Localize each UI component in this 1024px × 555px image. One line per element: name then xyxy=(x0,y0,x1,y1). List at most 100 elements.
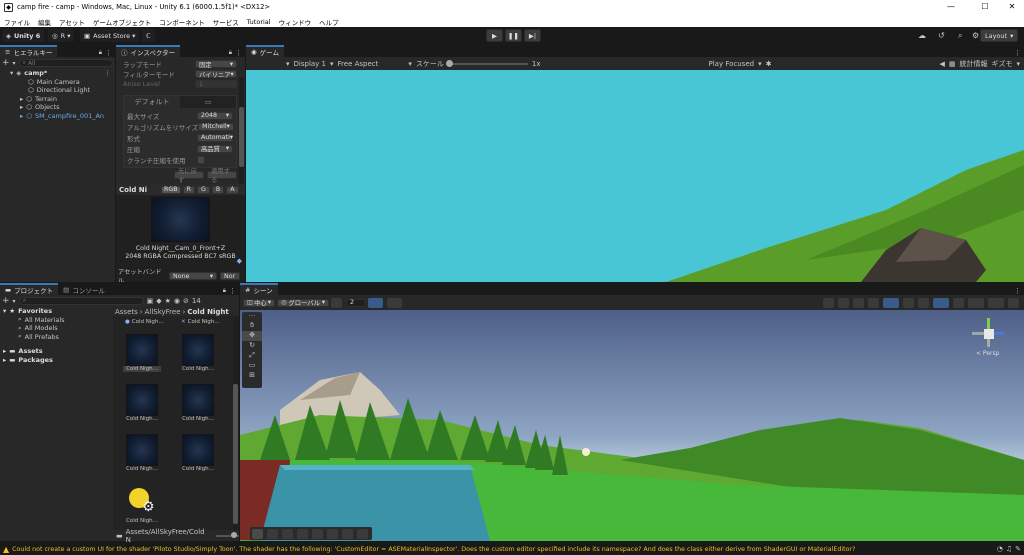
tab-game[interactable]: ◉ ゲーム xyxy=(246,45,284,57)
settings-icon[interactable]: ⚙ xyxy=(972,31,979,40)
menu-gameobject[interactable]: ゲームオブジェクト xyxy=(93,17,151,27)
cloud-icon[interactable]: ☁ xyxy=(918,31,926,40)
palette-drag-handle[interactable]: ··· xyxy=(242,312,262,321)
breadcrumb-item[interactable]: Assets xyxy=(115,308,138,316)
account-dropdown[interactable]: ◎ R ▾ xyxy=(48,29,75,42)
tab-console[interactable]: ▤ コンソール xyxy=(58,283,110,295)
layout-dropdown[interactable]: Layout ▾ xyxy=(980,29,1019,42)
wrap-mode-dropdown[interactable]: 固定 ▾ xyxy=(195,60,237,69)
aniso-field[interactable]: 1 xyxy=(195,80,237,88)
overlay-shading-icon[interactable] xyxy=(297,528,308,539)
grid-snap-icon[interactable] xyxy=(368,297,383,308)
asset-material-item[interactable]: ● Cold Nigh... xyxy=(125,319,164,325)
hierarchy-item[interactable]: ▸ ⬡ Objects xyxy=(18,103,115,112)
star-icon[interactable]: ★ xyxy=(165,297,171,305)
display-dropdown[interactable]: Display 1 xyxy=(294,60,326,68)
kebab-menu-icon[interactable]: ⋮ xyxy=(229,287,236,295)
add-icon[interactable]: + xyxy=(2,296,10,306)
tab-hierarchy[interactable]: ≡ ヒエラルキー xyxy=(0,45,58,57)
resize-algo-dropdown[interactable]: Mitchell ▾ xyxy=(198,122,234,131)
asset-texture-item[interactable]: Cold Nigh... xyxy=(182,334,217,372)
kebab-menu-icon[interactable]: ⋮ xyxy=(1014,287,1021,295)
kebab-menu-icon[interactable]: ⋮ xyxy=(105,69,112,77)
debug-mode-icon[interactable]: ✎ xyxy=(1015,545,1021,553)
overlay-snap-icon[interactable] xyxy=(342,528,353,539)
lock-icon[interactable]: 🔒︎ xyxy=(229,49,232,57)
favorites-item[interactable]: ⌕ All Materials xyxy=(0,315,112,325)
hand-tool-button[interactable]: ✋︎ xyxy=(242,321,262,331)
projection-label[interactable]: < Persp xyxy=(976,350,999,357)
channel-g-button[interactable]: G xyxy=(196,185,210,194)
aspect-dropdown[interactable]: Free Aspect xyxy=(338,60,379,68)
grid-visibility-icon[interactable] xyxy=(331,297,342,308)
channel-r-button[interactable]: R xyxy=(182,185,195,194)
gizmos-button[interactable]: ギズモ xyxy=(991,59,1012,69)
chevron-down-icon[interactable]: ▾ xyxy=(13,298,16,305)
minimize-button[interactable]: — xyxy=(941,2,961,11)
max-size-dropdown[interactable]: 2048 ▾ xyxy=(197,111,233,120)
shortcut-icon[interactable]: ▦ xyxy=(949,60,956,68)
menu-component[interactable]: コンポーネント xyxy=(159,17,205,27)
revert-button[interactable]: 元に戻す xyxy=(174,168,204,184)
pivot-mode-dropdown[interactable]: ◫ 中心 ▾ xyxy=(243,298,275,307)
filter-mode-dropdown[interactable]: バイリニア ▾ xyxy=(195,70,237,79)
menu-help[interactable]: ヘルプ xyxy=(319,17,339,27)
search-icon[interactable]: ⌕ xyxy=(958,31,962,41)
hierarchy-item[interactable]: ▸ ⬡ SM_campfire_001_An xyxy=(18,112,115,121)
version-control-button[interactable]: ℂ xyxy=(142,29,155,42)
mute-audio-icon[interactable]: ◀︎ xyxy=(939,60,944,68)
project-scrollbar-thumb[interactable] xyxy=(233,384,238,524)
2d-toggle-icon[interactable] xyxy=(883,297,899,308)
unlit-icon[interactable] xyxy=(868,297,879,308)
rotate-tool-button[interactable]: ↻ xyxy=(242,341,262,351)
menu-file[interactable]: ファイル xyxy=(4,17,30,27)
tab-project[interactable]: ▬ プロジェクト xyxy=(0,283,59,295)
asset-settings-item[interactable]: ⚙ Cold Nigh... xyxy=(126,484,161,524)
audio-toggle-icon[interactable] xyxy=(918,297,929,308)
history-icon[interactable]: ↺ xyxy=(938,31,945,40)
move-tool-button[interactable]: ✥ xyxy=(242,331,262,341)
scale-slider-handle[interactable] xyxy=(445,59,453,67)
filter-by-label-icon[interactable]: ◆ xyxy=(156,297,161,305)
menu-services[interactable]: サービス xyxy=(213,17,239,27)
scene-root-row[interactable]: ▾ ◈ camp* ⋮ xyxy=(10,69,115,78)
stats-button[interactable]: 統計情報 xyxy=(959,59,987,69)
pivot-rotation-dropdown[interactable]: ◎ グローバル ▾ xyxy=(277,298,329,307)
channel-a-button[interactable]: A xyxy=(226,185,239,194)
overlay-move-icon[interactable] xyxy=(252,528,263,539)
hierarchy-item[interactable]: ⬡ Directional Light xyxy=(18,86,115,95)
packages-folder-row[interactable]: ▸ ▬ Packages xyxy=(0,356,112,365)
shaded-icon[interactable] xyxy=(853,297,864,308)
hierarchy-search-input[interactable]: ⌕ All xyxy=(18,59,113,67)
tab-standalone-platform[interactable]: ▭ xyxy=(180,98,236,106)
favorites-item[interactable]: ⌕ All Prefabs xyxy=(0,332,112,342)
tab-scene[interactable]: # シーン xyxy=(240,283,278,295)
breadcrumb-item[interactable]: AllSkyFree xyxy=(145,308,181,316)
asset-texture-item[interactable]: Cold Nigh... xyxy=(126,384,161,422)
lock-icon[interactable]: 🔒︎ xyxy=(223,287,226,295)
asset-texture-item[interactable]: Cold Nigh... xyxy=(123,334,161,372)
overlay-grid-icon[interactable] xyxy=(282,528,293,539)
favorites-item[interactable]: ⌕ All Models xyxy=(0,324,112,333)
asset-texture-item[interactable]: Cold Nigh... xyxy=(182,384,217,422)
close-window-button[interactable]: ✕ xyxy=(1002,2,1022,11)
kebab-menu-icon[interactable]: ⋮ xyxy=(105,49,112,57)
breadcrumb-item[interactable]: Cold Night xyxy=(187,308,228,316)
asset-bundle-dropdown[interactable]: None ▾ xyxy=(169,272,217,280)
play-focused-dropdown[interactable]: Play Focused xyxy=(709,60,755,68)
maximize-button[interactable]: ☐ xyxy=(975,2,995,11)
lighting-toggle-icon[interactable] xyxy=(903,297,914,308)
asset-store-button[interactable]: ▣ Asset Store ▾ xyxy=(80,29,140,42)
chevron-down-icon[interactable]: ▾ xyxy=(286,60,290,68)
camera-settings-icon[interactable] xyxy=(968,297,984,308)
menu-tutorial[interactable]: Tutorial xyxy=(247,18,271,26)
increment-snap-icon[interactable] xyxy=(387,297,402,308)
format-dropdown[interactable]: Automati ▾ xyxy=(197,133,233,142)
scene-view-settings-icon[interactable] xyxy=(1008,297,1019,308)
menu-edit[interactable]: 編集 xyxy=(38,17,51,27)
crunch-checkbox[interactable] xyxy=(197,155,205,164)
lock-icon[interactable]: 🔒︎ xyxy=(99,49,102,57)
play-button[interactable]: ▶ xyxy=(486,29,503,42)
asset-texture-item[interactable]: Cold Nigh... xyxy=(182,434,217,472)
compression-dropdown[interactable]: 高品質 ▾ xyxy=(197,144,233,153)
